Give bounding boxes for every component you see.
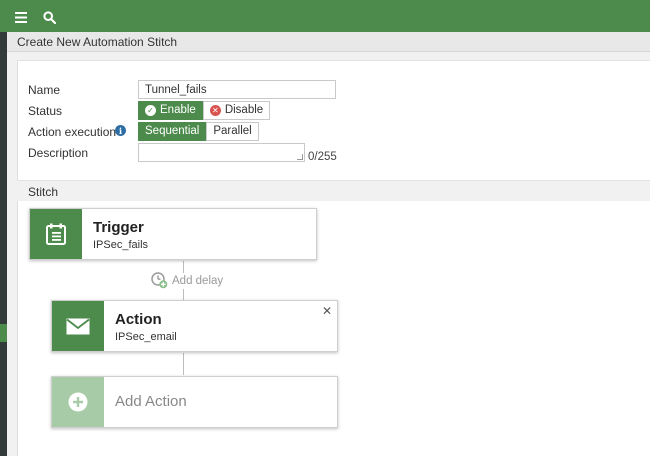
check-circle-icon: ✓ xyxy=(145,105,156,116)
add-action-icon-box xyxy=(52,377,104,427)
clock-plus-icon xyxy=(151,272,168,289)
add-delay-button[interactable]: Add delay xyxy=(151,272,223,289)
trigger-card[interactable]: Trigger IPSec_fails xyxy=(29,208,317,260)
trigger-icon-box xyxy=(30,209,82,259)
action-icon-box xyxy=(52,301,104,351)
connector-line xyxy=(183,289,184,300)
stitch-section-title: Stitch xyxy=(28,185,59,199)
calendar-list-icon xyxy=(46,223,66,245)
status-disable-button[interactable]: ✕ Disable xyxy=(202,101,271,120)
status-label: Status xyxy=(28,104,63,118)
info-icon[interactable]: i xyxy=(115,125,126,136)
add-action-card[interactable]: Add Action xyxy=(51,376,338,428)
status-enable-label: Enable xyxy=(160,104,196,116)
envelope-icon xyxy=(66,318,90,334)
description-char-counter: 0/255 xyxy=(308,151,337,163)
status-toggle: ✓ Enable ✕ Disable xyxy=(138,101,271,120)
close-icon[interactable]: ✕ xyxy=(322,304,332,318)
action-title: Action xyxy=(115,311,162,328)
name-input[interactable] xyxy=(138,80,336,99)
stitch-section-header: Stitch xyxy=(17,180,650,201)
trigger-title: Trigger xyxy=(93,219,144,236)
action-execution-label: Action execution xyxy=(28,125,117,139)
top-navigation-bar xyxy=(0,0,650,32)
name-label: Name xyxy=(28,83,61,97)
action-subtitle: IPSec_email xyxy=(115,331,177,343)
resize-handle-icon[interactable] xyxy=(297,154,303,160)
action-card[interactable]: Action IPSec_email ✕ xyxy=(51,300,338,352)
hamburger-menu-icon[interactable] xyxy=(13,9,29,25)
action-execution-toggle: Sequential Parallel xyxy=(138,122,259,141)
description-textarea[interactable] xyxy=(138,143,305,162)
trigger-subtitle: IPSec_fails xyxy=(93,239,149,251)
search-icon[interactable] xyxy=(41,9,57,25)
x-circle-icon: ✕ xyxy=(209,105,221,116)
sidebar-collapse-handle[interactable] xyxy=(0,324,7,342)
status-enable-button[interactable]: ✓ Enable xyxy=(138,101,203,120)
status-disable-label: Disable xyxy=(224,104,264,116)
plus-circle-icon xyxy=(68,392,88,412)
page-title: Create New Automation Stitch xyxy=(17,35,178,49)
add-delay-label: Add delay xyxy=(172,274,224,287)
left-sidebar-strip xyxy=(0,32,7,456)
description-label: Description xyxy=(28,146,89,160)
exec-parallel-button[interactable]: Parallel xyxy=(206,122,259,141)
page-title-bar: Create New Automation Stitch xyxy=(7,32,650,52)
add-action-label: Add Action xyxy=(115,393,187,410)
exec-sequential-button[interactable]: Sequential xyxy=(138,122,207,141)
connector-line xyxy=(183,353,184,375)
